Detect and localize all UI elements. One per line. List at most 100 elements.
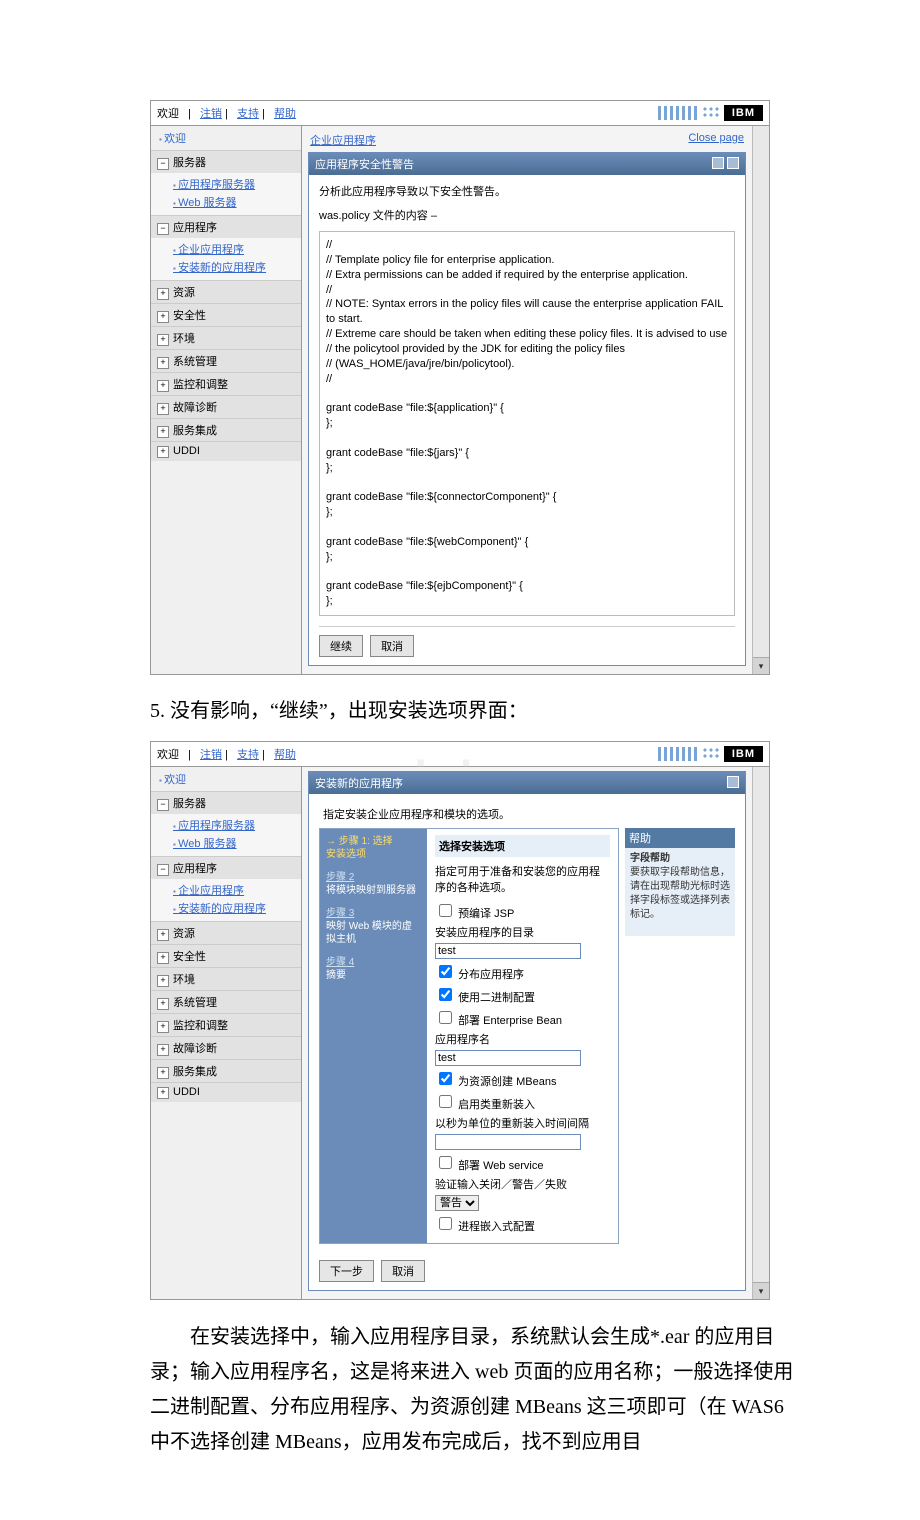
support-link[interactable]: 支持 <box>237 749 259 761</box>
expand-collapse-icon[interactable]: + <box>157 1044 169 1056</box>
expand-collapse-icon[interactable]: + <box>157 998 169 1010</box>
nav-group-资源[interactable]: +资源 <box>151 922 301 944</box>
expand-collapse-icon[interactable]: − <box>157 223 169 235</box>
decor-dots <box>702 106 720 120</box>
step-4[interactable]: 步骤 4摘要 <box>326 956 421 982</box>
nav-item-应用程序服务器[interactable]: 应用程序服务器 <box>173 816 301 834</box>
nav-group-UDDI[interactable]: +UDDI <box>151 442 301 461</box>
main-content: 安装新的应用程序 指定安装企业应用程序和模块的选项。 步骤 1: 选择安装选项 <box>302 767 752 1299</box>
expand-collapse-icon[interactable]: + <box>157 975 169 987</box>
screenshot-install-options: www.bdocx.co 欢迎 | 注销 | 支持 | 帮助 IBM 欢迎 −服… <box>150 741 770 1300</box>
expand-collapse-icon[interactable]: − <box>157 799 169 811</box>
step-2[interactable]: 步骤 2将模块映射到服务器 <box>326 871 421 897</box>
expand-collapse-icon[interactable]: + <box>157 334 169 346</box>
decor-dots <box>702 747 720 761</box>
precompile-jsp-checkbox[interactable]: 预编译 JSP <box>435 908 514 920</box>
expand-collapse-icon[interactable]: + <box>157 446 169 458</box>
expand-collapse-icon[interactable]: + <box>157 311 169 323</box>
nav-item-Web 服务器[interactable]: Web 服务器 <box>173 193 301 211</box>
process-embedded-config-checkbox[interactable]: 进程嵌入式配置 <box>435 1221 535 1233</box>
nav-group-服务器[interactable]: −服务器 <box>151 151 301 173</box>
panel-title: 应用程序安全性警告 <box>315 156 414 172</box>
scroll-down-icon[interactable]: ▾ <box>753 657 769 674</box>
topbar: 欢迎 | 注销 | 支持 | 帮助 IBM <box>151 101 769 126</box>
expand-collapse-icon[interactable]: − <box>157 864 169 876</box>
deploy-webservice-checkbox[interactable]: 部署 Web service <box>435 1160 543 1172</box>
topbar-welcome: 欢迎 <box>157 108 179 120</box>
nav-group-服务集成[interactable]: +服务集成 <box>151 1060 301 1082</box>
warning-text: 分析此应用程序导致以下安全性警告。 <box>319 183 735 199</box>
nav-group-服务器[interactable]: −服务器 <box>151 792 301 814</box>
nav-group-系统管理[interactable]: +系统管理 <box>151 350 301 372</box>
app-name-input[interactable] <box>435 1050 581 1066</box>
help-panel-title: 帮助 <box>625 828 735 848</box>
help-icon[interactable] <box>727 157 739 169</box>
nav-item-安装新的应用程序[interactable]: 安装新的应用程序 <box>173 899 301 917</box>
expand-collapse-icon[interactable]: + <box>157 403 169 415</box>
nav-group-环境[interactable]: +环境 <box>151 968 301 990</box>
expand-collapse-icon[interactable]: + <box>157 952 169 964</box>
logout-link[interactable]: 注销 <box>200 749 222 761</box>
deploy-ejb-checkbox[interactable]: 部署 Enterprise Bean <box>435 1015 562 1027</box>
expand-collapse-icon[interactable]: + <box>157 426 169 438</box>
sidebar: 欢迎 −服务器应用程序服务器Web 服务器 −应用程序企业应用程序安装新的应用程序… <box>151 126 302 674</box>
continue-button[interactable]: 继续 <box>319 635 363 657</box>
sidebar-welcome[interactable]: 欢迎 <box>151 126 301 150</box>
reload-interval-input[interactable] <box>435 1134 581 1150</box>
help-icon[interactable] <box>727 776 739 788</box>
nav-group-UDDI[interactable]: +UDDI <box>151 1083 301 1102</box>
sidebar-welcome[interactable]: 欢迎 <box>151 767 301 791</box>
nav-item-应用程序服务器[interactable]: 应用程序服务器 <box>173 175 301 193</box>
expand-collapse-icon[interactable]: + <box>157 1067 169 1079</box>
nav-item-安装新的应用程序[interactable]: 安装新的应用程序 <box>173 258 301 276</box>
logout-link[interactable]: 注销 <box>200 108 222 120</box>
install-dir-input[interactable] <box>435 943 581 959</box>
nav-item-企业应用程序[interactable]: 企业应用程序 <box>173 881 301 899</box>
nav-item-Web 服务器[interactable]: Web 服务器 <box>173 834 301 852</box>
expand-collapse-icon[interactable]: + <box>157 1021 169 1033</box>
scrollbar[interactable]: ▾ <box>752 767 769 1299</box>
cancel-button[interactable]: 取消 <box>381 1260 425 1282</box>
form-desc: 指定可用于准备和安装您的应用程序的各种选项。 <box>435 863 610 895</box>
nav-group-监控和调整[interactable]: +监控和调整 <box>151 1014 301 1036</box>
help-link[interactable]: 帮助 <box>274 749 296 761</box>
caption-explanation: 在安装选择中，输入应用程序目录，系统默认会生成*.ear 的应用目录；输入应用程… <box>150 1320 800 1460</box>
nav-group-故障诊断[interactable]: +故障诊断 <box>151 396 301 418</box>
expand-collapse-icon[interactable]: + <box>157 1087 169 1099</box>
expand-collapse-icon[interactable]: + <box>157 929 169 941</box>
scrollbar[interactable]: ▾ <box>752 126 769 674</box>
expand-collapse-icon[interactable]: + <box>157 380 169 392</box>
nav-group-应用程序[interactable]: −应用程序 <box>151 216 301 238</box>
create-mbeans-checkbox[interactable]: 为资源创建 MBeans <box>435 1076 556 1088</box>
ibm-logo: IBM <box>724 746 763 762</box>
expand-collapse-icon[interactable]: + <box>157 288 169 300</box>
distribute-app-checkbox[interactable]: 分布应用程序 <box>435 969 524 981</box>
nav-group-资源[interactable]: +资源 <box>151 281 301 303</box>
form-heading: 选择安装选项 <box>435 835 610 857</box>
validate-input-select[interactable]: 警告 <box>435 1195 479 1211</box>
support-link[interactable]: 支持 <box>237 108 259 120</box>
nav-group-故障诊断[interactable]: +故障诊断 <box>151 1037 301 1059</box>
help-link[interactable]: 帮助 <box>274 108 296 120</box>
use-binary-config-checkbox[interactable]: 使用二进制配置 <box>435 992 535 1004</box>
enable-class-reload-checkbox[interactable]: 启用类重新装入 <box>435 1099 535 1111</box>
breadcrumb-link[interactable]: 企业应用程序 <box>310 132 376 148</box>
close-page-link[interactable]: Close page <box>688 132 744 148</box>
cancel-button[interactable]: 取消 <box>370 635 414 657</box>
topbar: 欢迎 | 注销 | 支持 | 帮助 IBM <box>151 742 769 767</box>
nav-group-系统管理[interactable]: +系统管理 <box>151 991 301 1013</box>
nav-group-服务集成[interactable]: +服务集成 <box>151 419 301 441</box>
nav-group-安全性[interactable]: +安全性 <box>151 945 301 967</box>
nav-group-应用程序[interactable]: −应用程序 <box>151 857 301 879</box>
minimize-icon[interactable] <box>712 157 724 169</box>
expand-collapse-icon[interactable]: − <box>157 158 169 170</box>
field-help-heading: 字段帮助 <box>630 853 670 864</box>
scroll-down-icon[interactable]: ▾ <box>753 1282 769 1299</box>
nav-group-监控和调整[interactable]: +监控和调整 <box>151 373 301 395</box>
nav-group-环境[interactable]: +环境 <box>151 327 301 349</box>
nav-item-企业应用程序[interactable]: 企业应用程序 <box>173 240 301 258</box>
step-3[interactable]: 步骤 3映射 Web 模块的虚拟主机 <box>326 907 421 946</box>
nav-group-安全性[interactable]: +安全性 <box>151 304 301 326</box>
next-button[interactable]: 下一步 <box>319 1260 374 1282</box>
expand-collapse-icon[interactable]: + <box>157 357 169 369</box>
